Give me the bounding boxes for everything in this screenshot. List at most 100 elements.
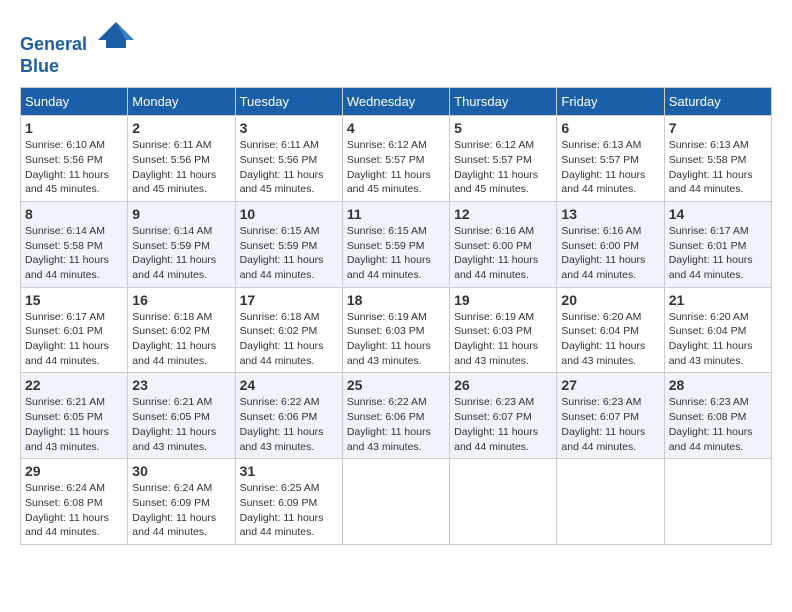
calendar-cell: 2 Sunrise: 6:11 AM Sunset: 5:56 PM Daylig… <box>128 116 235 202</box>
calendar-cell: 19 Sunrise: 6:19 AM Sunset: 6:03 PM Dayli… <box>450 287 557 373</box>
day-number: 6 <box>561 120 659 136</box>
calendar-cell: 1 Sunrise: 6:10 AM Sunset: 5:56 PM Daylig… <box>21 116 128 202</box>
day-info: Sunrise: 6:21 AM Sunset: 6:05 PM Dayligh… <box>132 395 230 454</box>
day-number: 28 <box>669 377 767 393</box>
day-info: Sunrise: 6:23 AM Sunset: 6:07 PM Dayligh… <box>454 395 552 454</box>
weekday-header-friday: Friday <box>557 88 664 116</box>
day-number: 29 <box>25 463 123 479</box>
day-number: 20 <box>561 292 659 308</box>
weekday-header-sunday: Sunday <box>21 88 128 116</box>
day-info: Sunrise: 6:22 AM Sunset: 6:06 PM Dayligh… <box>240 395 338 454</box>
day-info: Sunrise: 6:12 AM Sunset: 5:57 PM Dayligh… <box>347 138 445 197</box>
day-number: 8 <box>25 206 123 222</box>
day-number: 26 <box>454 377 552 393</box>
calendar-cell <box>664 459 771 545</box>
calendar-cell: 21 Sunrise: 6:20 AM Sunset: 6:04 PM Dayli… <box>664 287 771 373</box>
day-info: Sunrise: 6:18 AM Sunset: 6:02 PM Dayligh… <box>132 310 230 369</box>
calendar-cell: 28 Sunrise: 6:23 AM Sunset: 6:08 PM Dayli… <box>664 373 771 459</box>
calendar-cell: 9 Sunrise: 6:14 AM Sunset: 5:59 PM Daylig… <box>128 201 235 287</box>
day-info: Sunrise: 6:11 AM Sunset: 5:56 PM Dayligh… <box>132 138 230 197</box>
day-number: 5 <box>454 120 552 136</box>
calendar-cell: 7 Sunrise: 6:13 AM Sunset: 5:58 PM Daylig… <box>664 116 771 202</box>
calendar-week-1: 1 Sunrise: 6:10 AM Sunset: 5:56 PM Daylig… <box>21 116 772 202</box>
calendar-cell: 26 Sunrise: 6:23 AM Sunset: 6:07 PM Dayli… <box>450 373 557 459</box>
day-number: 14 <box>669 206 767 222</box>
day-info: Sunrise: 6:18 AM Sunset: 6:02 PM Dayligh… <box>240 310 338 369</box>
calendar-cell: 5 Sunrise: 6:12 AM Sunset: 5:57 PM Daylig… <box>450 116 557 202</box>
day-info: Sunrise: 6:10 AM Sunset: 5:56 PM Dayligh… <box>25 138 123 197</box>
day-info: Sunrise: 6:14 AM Sunset: 5:58 PM Dayligh… <box>25 224 123 283</box>
day-number: 21 <box>669 292 767 308</box>
day-info: Sunrise: 6:12 AM Sunset: 5:57 PM Dayligh… <box>454 138 552 197</box>
calendar-cell: 24Sunrise: 6:22 AM Sunset: 6:06 PM Dayli… <box>235 373 342 459</box>
weekday-header-row: SundayMondayTuesdayWednesdayThursdayFrid… <box>21 88 772 116</box>
calendar-table: SundayMondayTuesdayWednesdayThursdayFrid… <box>20 87 772 545</box>
calendar-cell: 27Sunrise: 6:23 AM Sunset: 6:07 PM Dayli… <box>557 373 664 459</box>
weekday-header-wednesday: Wednesday <box>342 88 449 116</box>
calendar-week-3: 15Sunrise: 6:17 AM Sunset: 6:01 PM Dayli… <box>21 287 772 373</box>
day-number: 23 <box>132 377 230 393</box>
day-info: Sunrise: 6:17 AM Sunset: 6:01 PM Dayligh… <box>25 310 123 369</box>
day-number: 22 <box>25 377 123 393</box>
calendar-cell: 10Sunrise: 6:15 AM Sunset: 5:59 PM Dayli… <box>235 201 342 287</box>
day-number: 3 <box>240 120 338 136</box>
logo-text: General <box>20 20 136 56</box>
calendar-cell: 4 Sunrise: 6:12 AM Sunset: 5:57 PM Daylig… <box>342 116 449 202</box>
day-info: Sunrise: 6:15 AM Sunset: 5:59 PM Dayligh… <box>347 224 445 283</box>
day-number: 9 <box>132 206 230 222</box>
day-info: Sunrise: 6:14 AM Sunset: 5:59 PM Dayligh… <box>132 224 230 283</box>
logo-icon <box>96 20 136 50</box>
day-info: Sunrise: 6:25 AM Sunset: 6:09 PM Dayligh… <box>240 481 338 540</box>
weekday-header-tuesday: Tuesday <box>235 88 342 116</box>
day-info: Sunrise: 6:19 AM Sunset: 6:03 PM Dayligh… <box>347 310 445 369</box>
day-info: Sunrise: 6:11 AM Sunset: 5:56 PM Dayligh… <box>240 138 338 197</box>
day-number: 17 <box>240 292 338 308</box>
calendar-cell: 16Sunrise: 6:18 AM Sunset: 6:02 PM Dayli… <box>128 287 235 373</box>
calendar-cell: 25Sunrise: 6:22 AM Sunset: 6:06 PM Dayli… <box>342 373 449 459</box>
calendar-cell: 22 Sunrise: 6:21 AM Sunset: 6:05 PM Dayli… <box>21 373 128 459</box>
day-info: Sunrise: 6:24 AM Sunset: 6:09 PM Dayligh… <box>132 481 230 540</box>
day-info: Sunrise: 6:21 AM Sunset: 6:05 PM Dayligh… <box>25 395 123 454</box>
page-header: General Blue <box>20 20 772 77</box>
day-info: Sunrise: 6:24 AM Sunset: 6:08 PM Dayligh… <box>25 481 123 540</box>
day-number: 4 <box>347 120 445 136</box>
logo: General Blue <box>20 20 136 77</box>
day-info: Sunrise: 6:13 AM Sunset: 5:57 PM Dayligh… <box>561 138 659 197</box>
calendar-cell: 15Sunrise: 6:17 AM Sunset: 6:01 PM Dayli… <box>21 287 128 373</box>
weekday-header-monday: Monday <box>128 88 235 116</box>
calendar-cell <box>557 459 664 545</box>
calendar-week-5: 29 Sunrise: 6:24 AM Sunset: 6:08 PM Dayli… <box>21 459 772 545</box>
calendar-cell: 20 Sunrise: 6:20 AM Sunset: 6:04 PM Dayli… <box>557 287 664 373</box>
logo-blue-text: Blue <box>20 56 136 78</box>
calendar-cell: 31Sunrise: 6:25 AM Sunset: 6:09 PM Dayli… <box>235 459 342 545</box>
calendar-cell <box>342 459 449 545</box>
calendar-cell: 14 Sunrise: 6:17 AM Sunset: 6:01 PM Dayli… <box>664 201 771 287</box>
calendar-week-4: 22 Sunrise: 6:21 AM Sunset: 6:05 PM Dayli… <box>21 373 772 459</box>
day-number: 19 <box>454 292 552 308</box>
calendar-cell: 13 Sunrise: 6:16 AM Sunset: 6:00 PM Dayli… <box>557 201 664 287</box>
day-number: 2 <box>132 120 230 136</box>
day-number: 25 <box>347 377 445 393</box>
day-number: 1 <box>25 120 123 136</box>
day-info: Sunrise: 6:19 AM Sunset: 6:03 PM Dayligh… <box>454 310 552 369</box>
calendar-cell: 30 Sunrise: 6:24 AM Sunset: 6:09 PM Dayli… <box>128 459 235 545</box>
day-info: Sunrise: 6:20 AM Sunset: 6:04 PM Dayligh… <box>669 310 767 369</box>
calendar-cell: 11 Sunrise: 6:15 AM Sunset: 5:59 PM Dayli… <box>342 201 449 287</box>
calendar-cell: 6 Sunrise: 6:13 AM Sunset: 5:57 PM Daylig… <box>557 116 664 202</box>
day-info: Sunrise: 6:16 AM Sunset: 6:00 PM Dayligh… <box>561 224 659 283</box>
day-number: 7 <box>669 120 767 136</box>
day-info: Sunrise: 6:23 AM Sunset: 6:07 PM Dayligh… <box>561 395 659 454</box>
day-info: Sunrise: 6:15 AM Sunset: 5:59 PM Dayligh… <box>240 224 338 283</box>
day-info: Sunrise: 6:13 AM Sunset: 5:58 PM Dayligh… <box>669 138 767 197</box>
day-number: 30 <box>132 463 230 479</box>
day-info: Sunrise: 6:17 AM Sunset: 6:01 PM Dayligh… <box>669 224 767 283</box>
calendar-cell: 23 Sunrise: 6:21 AM Sunset: 6:05 PM Dayli… <box>128 373 235 459</box>
day-info: Sunrise: 6:16 AM Sunset: 6:00 PM Dayligh… <box>454 224 552 283</box>
calendar-cell: 3 Sunrise: 6:11 AM Sunset: 5:56 PM Daylig… <box>235 116 342 202</box>
weekday-header-saturday: Saturday <box>664 88 771 116</box>
day-number: 11 <box>347 206 445 222</box>
day-info: Sunrise: 6:23 AM Sunset: 6:08 PM Dayligh… <box>669 395 767 454</box>
day-number: 13 <box>561 206 659 222</box>
calendar-cell: 12Sunrise: 6:16 AM Sunset: 6:00 PM Dayli… <box>450 201 557 287</box>
day-info: Sunrise: 6:20 AM Sunset: 6:04 PM Dayligh… <box>561 310 659 369</box>
